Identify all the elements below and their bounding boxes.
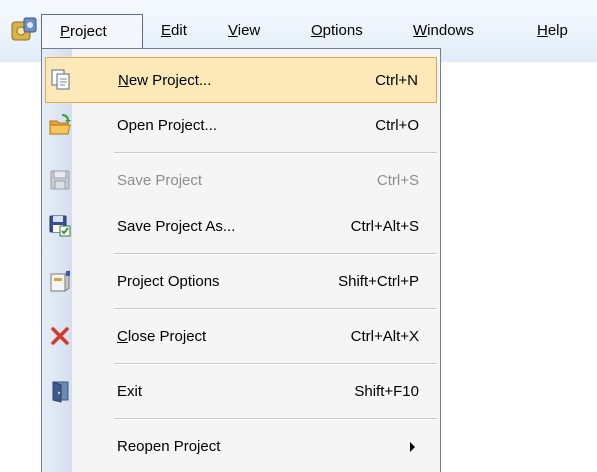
menu-project-mnemonic: P: [60, 23, 71, 40]
submenu-arrow-icon: [410, 442, 415, 452]
menu-edit[interactable]: Edit: [161, 14, 187, 48]
menu-item-exit[interactable]: Exit Shift+F10: [45, 369, 437, 415]
menu-project[interactable]: Project: [41, 14, 143, 48]
menu-item-open-project-shortcut: Ctrl+O: [375, 117, 419, 134]
menu-item-exit-label: Exit: [117, 383, 143, 400]
exit-door-icon: [52, 381, 69, 403]
menu-item-new-project-shortcut: Ctrl+N: [375, 72, 418, 89]
close-icon: [51, 327, 69, 345]
menu-item-new-project[interactable]: New Project... Ctrl+N: [45, 57, 437, 103]
menu-item-save-project-as-shortcut: Ctrl+Alt+S: [350, 218, 419, 235]
menu-help-mnemonic: H: [537, 22, 548, 39]
menu-options-label: ptions: [322, 22, 363, 39]
new-project-label-rest: ew Project...: [128, 72, 212, 89]
menu-view-label: iew: [237, 22, 261, 39]
menu-project-label: roject: [70, 23, 107, 40]
menu-item-save-project-shortcut: Ctrl+S: [376, 172, 419, 189]
menu-item-save-project: Save Project Ctrl+S: [45, 158, 437, 204]
menu-separator: [114, 418, 437, 420]
menu-edit-mnemonic: E: [161, 22, 172, 39]
menu-item-exit-shortcut: Shift+F10: [354, 383, 419, 400]
menu-item-reopen-project-label: Reopen Project: [117, 438, 221, 455]
new-project-mnemonic: N: [118, 72, 129, 89]
menu-options[interactable]: Options: [311, 14, 363, 48]
menu-edit-label: dit: [171, 22, 187, 39]
menu-item-close-project-shortcut: Ctrl+Alt+X: [350, 328, 419, 345]
menu-item-project-options-label: Project Options: [117, 273, 220, 290]
menu-windows-mnemonic: W: [413, 22, 428, 39]
menu-item-project-options-shortcut: Shift+Ctrl+P: [338, 273, 419, 290]
menu-item-project-options[interactable]: Project Options Shift+Ctrl+P: [45, 259, 437, 305]
menu-item-new-project-label: New Project...: [118, 58, 211, 104]
new-project-icon: [51, 69, 70, 90]
menu-item-close-project-label: Close Project: [117, 314, 206, 360]
menu-view-mnemonic: V: [228, 22, 238, 39]
save-as-icon: [49, 215, 71, 237]
project-options-icon: [50, 270, 70, 292]
menu-options-mnemonic: O: [311, 22, 323, 39]
menu-item-save-project-as-label: Save Project As...: [117, 218, 236, 235]
open-folder-icon: [49, 114, 71, 135]
menu-item-save-project-as[interactable]: Save Project As... Ctrl+Alt+S: [45, 204, 437, 250]
close-project-label-rest: lose Project: [127, 328, 207, 345]
save-icon: [50, 170, 70, 190]
menu-item-close-project[interactable]: Close Project Ctrl+Alt+X: [45, 314, 437, 360]
menu-item-save-project-label: Save Project: [117, 172, 203, 189]
menu-separator: [114, 152, 437, 154]
menu-item-open-project-label: Open Project...: [117, 117, 218, 134]
close-project-mnemonic: C: [117, 328, 128, 345]
menu-windows[interactable]: Windows: [413, 14, 474, 48]
menu-windows-label: indows: [427, 22, 474, 39]
menu-view[interactable]: View: [228, 14, 260, 48]
app-gear-icon[interactable]: [10, 16, 38, 44]
menu-separator: [114, 308, 437, 310]
project-dropdown-menu: New Project... Ctrl+N Open Project... Ct…: [41, 48, 441, 472]
menu-separator: [114, 253, 437, 255]
menu-item-reopen-project[interactable]: Reopen Project: [45, 424, 437, 470]
menu-help[interactable]: Help: [537, 14, 568, 48]
menu-help-label: elp: [547, 22, 568, 39]
menu-separator: [114, 363, 437, 365]
menu-item-open-project[interactable]: Open Project... Ctrl+O: [45, 103, 437, 149]
